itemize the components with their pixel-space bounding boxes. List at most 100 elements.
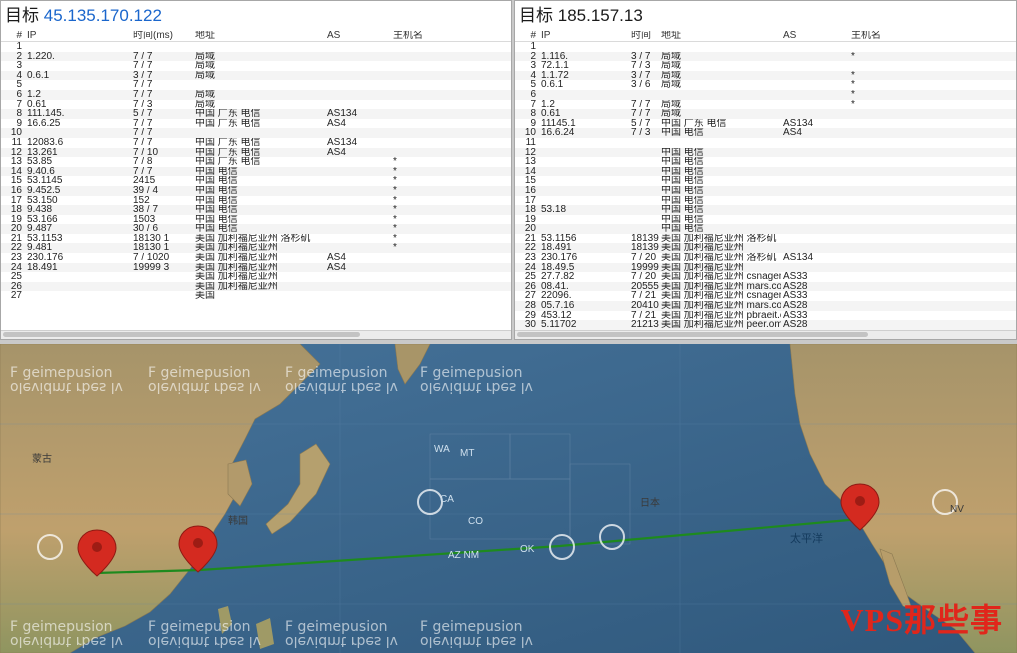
table-row[interactable]: 16 中国 电信 bbox=[515, 185, 1016, 196]
table-row[interactable]: 17 53.150 152 中国 电信 * bbox=[1, 196, 511, 206]
table-row[interactable]: 13 53.85 7 / 8 中国 广东 电信 * bbox=[1, 157, 511, 167]
location-cell: 局域 bbox=[195, 61, 215, 71]
hop-cell: 3 bbox=[16, 61, 22, 71]
table-row[interactable]: 4 0.6.1 3 / 7 局域 bbox=[1, 70, 511, 81]
table-row[interactable]: 19 中国 电信 bbox=[515, 215, 1016, 225]
table-row[interactable]: 5 0.6.1 3 / 6 局域 * bbox=[515, 80, 1016, 90]
table-row[interactable]: 6 1.2 7 / 7 局域 bbox=[1, 89, 511, 100]
table-row[interactable]: 12 中国 电信 bbox=[515, 147, 1016, 158]
table-row[interactable]: 3 72.1.1 7 / 3 局域 bbox=[515, 61, 1016, 71]
table-row[interactable]: 3 7 / 7 局域 bbox=[1, 61, 511, 71]
table-row[interactable]: 23 230.176 7 / 20 美国 加利福尼亚州 洛杉矶 AS134 bbox=[515, 253, 1016, 263]
location-cell: 美国 加利福尼亚州 bbox=[195, 272, 278, 282]
table-row[interactable]: 21 53.1156 18139 19美国 加利福尼亚州 洛杉矶 bbox=[515, 234, 1016, 244]
hop-cell: 14 bbox=[524, 166, 536, 177]
table-row[interactable]: 7 1.2 7 / 7 局域 * bbox=[515, 100, 1016, 110]
table-row[interactable]: 29 453.12 7 / 21 美国 加利福尼亚州 pbraeit.c AS33 bbox=[515, 311, 1016, 321]
horizontal-scrollbar[interactable] bbox=[1, 330, 511, 339]
target-ip-link[interactable]: 45.135.170.122 bbox=[44, 6, 162, 25]
col-ip[interactable]: IP bbox=[539, 31, 629, 41]
scrollbar-thumb[interactable] bbox=[517, 332, 868, 337]
table-row[interactable]: 18 53.18 中国 电信 bbox=[515, 205, 1016, 215]
table-row[interactable]: 14 9.40.6 7 / 7 中国 电信 * bbox=[1, 166, 511, 177]
table-row[interactable]: 9 11145.1 5 / 7 中国 广东 电信 AS134 bbox=[515, 119, 1016, 129]
table-row[interactable]: 22 18.491 18139 1美国 加利福尼亚州 bbox=[515, 243, 1016, 254]
table-row[interactable]: 1 bbox=[1, 42, 511, 52]
table-row[interactable]: 12 13.261 7 / 10 中国 广东 电信 AS4 bbox=[1, 147, 511, 158]
table-row[interactable]: 19 53.166 1503 中国 电信 * bbox=[1, 215, 511, 225]
table-row[interactable]: 25 美国 加利福尼亚州 bbox=[1, 272, 511, 282]
table-row[interactable]: 2 1.116. 3 / 7 局域 * bbox=[515, 51, 1016, 62]
table-row[interactable]: 22 9.481 18130 1 美国 加利福尼亚州 * bbox=[1, 243, 511, 254]
table-row[interactable]: 30 5.11702 21213 4美国 加利福尼亚州 peer.omAS28 bbox=[515, 320, 1016, 330]
col-hostname[interactable]: 主机名 bbox=[391, 31, 511, 41]
table-row[interactable]: 2 1.220. 7 / 7 局域 bbox=[1, 51, 511, 62]
col-ip[interactable]: IP bbox=[25, 31, 131, 41]
route-map[interactable]: F geimepusion olevidmt rbes lv F geimepu… bbox=[0, 344, 1017, 653]
table-row[interactable]: 25 27.7.82 7 / 20 美国 加利福尼亚州 csnagem AS33 bbox=[515, 272, 1016, 282]
hostname-cell bbox=[849, 128, 1016, 138]
table-row[interactable]: 20 中国 电信 bbox=[515, 224, 1016, 234]
asn-cell bbox=[781, 148, 849, 158]
location-cell: 美国 加利福尼亚州 mars.co bbox=[661, 301, 781, 311]
table-row[interactable]: 5 7 / 7 bbox=[1, 80, 511, 90]
asn-cell bbox=[325, 186, 391, 196]
hop-cell: 23 bbox=[524, 253, 536, 263]
time-cell: 39 / 4 bbox=[133, 185, 159, 196]
hop-cell: 20 bbox=[10, 224, 22, 234]
table-row[interactable]: 17 中国 电信 bbox=[515, 196, 1016, 206]
table-row[interactable]: 7 0.61 7 / 3 局域 bbox=[1, 100, 511, 110]
table-row[interactable]: 14 中国 电信 bbox=[515, 166, 1016, 177]
location-cell: 中国 广东 电信 bbox=[195, 118, 261, 129]
table-row[interactable]: 11 bbox=[515, 138, 1016, 148]
col-time[interactable]: 时间(ms) bbox=[131, 31, 193, 41]
table-row[interactable]: 21 53.1153 18130 1 美国 加利福尼亚州 洛杉矶 * bbox=[1, 234, 511, 244]
col-hop[interactable]: # bbox=[515, 31, 539, 41]
horizontal-scrollbar[interactable] bbox=[515, 330, 1016, 339]
location-cell: 美国 加利福尼亚州 csnagem bbox=[661, 272, 781, 282]
col-asn[interactable]: AS bbox=[325, 31, 391, 41]
hostname-cell bbox=[391, 119, 511, 129]
table-row[interactable]: 9 16.6.25 7 / 7 中国 广东 电信 AS4 bbox=[1, 119, 511, 129]
table-row[interactable]: 24 18.491 19999 3 美国 加利福尼亚州 AS4 bbox=[1, 262, 511, 273]
col-hostname[interactable]: 主机名 bbox=[849, 31, 1016, 41]
scrollbar-thumb[interactable] bbox=[3, 332, 360, 337]
location-cell: 中国 电信 bbox=[195, 176, 238, 186]
col-hop[interactable]: # bbox=[1, 31, 25, 41]
asn-cell bbox=[325, 215, 391, 225]
table-row[interactable]: 20 9.487 30 / 6 中国 电信 * bbox=[1, 224, 511, 234]
table-row[interactable]: 10 7 / 7 bbox=[1, 128, 511, 138]
hop-cell: 6 bbox=[530, 89, 536, 100]
table-row[interactable]: 15 中国 电信 bbox=[515, 176, 1016, 186]
col-location[interactable]: 地址 bbox=[193, 31, 325, 41]
table-row[interactable]: 1 bbox=[515, 42, 1016, 52]
table-row[interactable]: 24 18.49.5 19999 5美国 加利福尼亚州 bbox=[515, 262, 1016, 273]
table-row[interactable]: 4 1.1.72 3 / 7 局域 * bbox=[515, 70, 1016, 81]
table-row[interactable]: 16 9.452.5 39 / 4 中国 电信 * bbox=[1, 185, 511, 196]
table-row[interactable]: 26 08.41. 20555 6美国 加利福尼亚州 mars.coAS28 bbox=[515, 281, 1016, 292]
table-row[interactable]: 11 12083.6 7 / 7 中国 广东 电信 AS134 bbox=[1, 138, 511, 148]
table-row[interactable]: 18 9.438 38 / 7 中国 电信 * bbox=[1, 205, 511, 215]
col-time[interactable]: 时间 bbox=[629, 31, 659, 41]
table-row[interactable]: 27 22096. 7 / 21 美国 加利福尼亚州 csnagem AS33 bbox=[515, 291, 1016, 301]
table-row[interactable]: 23 230.176 7 / 1020 美国 加利福尼亚州 AS4 bbox=[1, 253, 511, 263]
ip-cell: 0.61 bbox=[27, 99, 47, 110]
table-row[interactable]: 28 05.7.16 20410 1美国 加利福尼亚州 mars.coAS28 bbox=[515, 301, 1016, 311]
asn-cell bbox=[325, 243, 391, 253]
col-location[interactable]: 地址 bbox=[659, 31, 781, 41]
hop-cell: 5 bbox=[530, 80, 536, 90]
table-row[interactable]: 15 53.1145 2415 中国 电信 * bbox=[1, 176, 511, 186]
asn-cell bbox=[781, 52, 849, 62]
table-row[interactable]: 8 0.61 7 / 7 局域 bbox=[515, 109, 1016, 119]
table-row[interactable]: 13 中国 电信 bbox=[515, 157, 1016, 167]
col-asn[interactable]: AS bbox=[781, 31, 849, 41]
ip-cell: 11145.1 bbox=[541, 118, 576, 129]
table-row[interactable]: 26 美国 加利福尼亚州 bbox=[1, 281, 511, 292]
hostname-cell bbox=[849, 224, 1016, 234]
label-mt: MT bbox=[460, 448, 475, 459]
table-row[interactable]: 27 美国 bbox=[1, 291, 511, 301]
table-row[interactable]: 6 * bbox=[515, 89, 1016, 100]
table-row[interactable]: 10 16.6.24 7 / 3 中国 电信 AS4 bbox=[515, 128, 1016, 138]
table-row[interactable]: 8 111.145. 5 / 7 中国 广东 电信 AS134 bbox=[1, 109, 511, 119]
map-watermark: F geimepusion bbox=[10, 365, 113, 381]
